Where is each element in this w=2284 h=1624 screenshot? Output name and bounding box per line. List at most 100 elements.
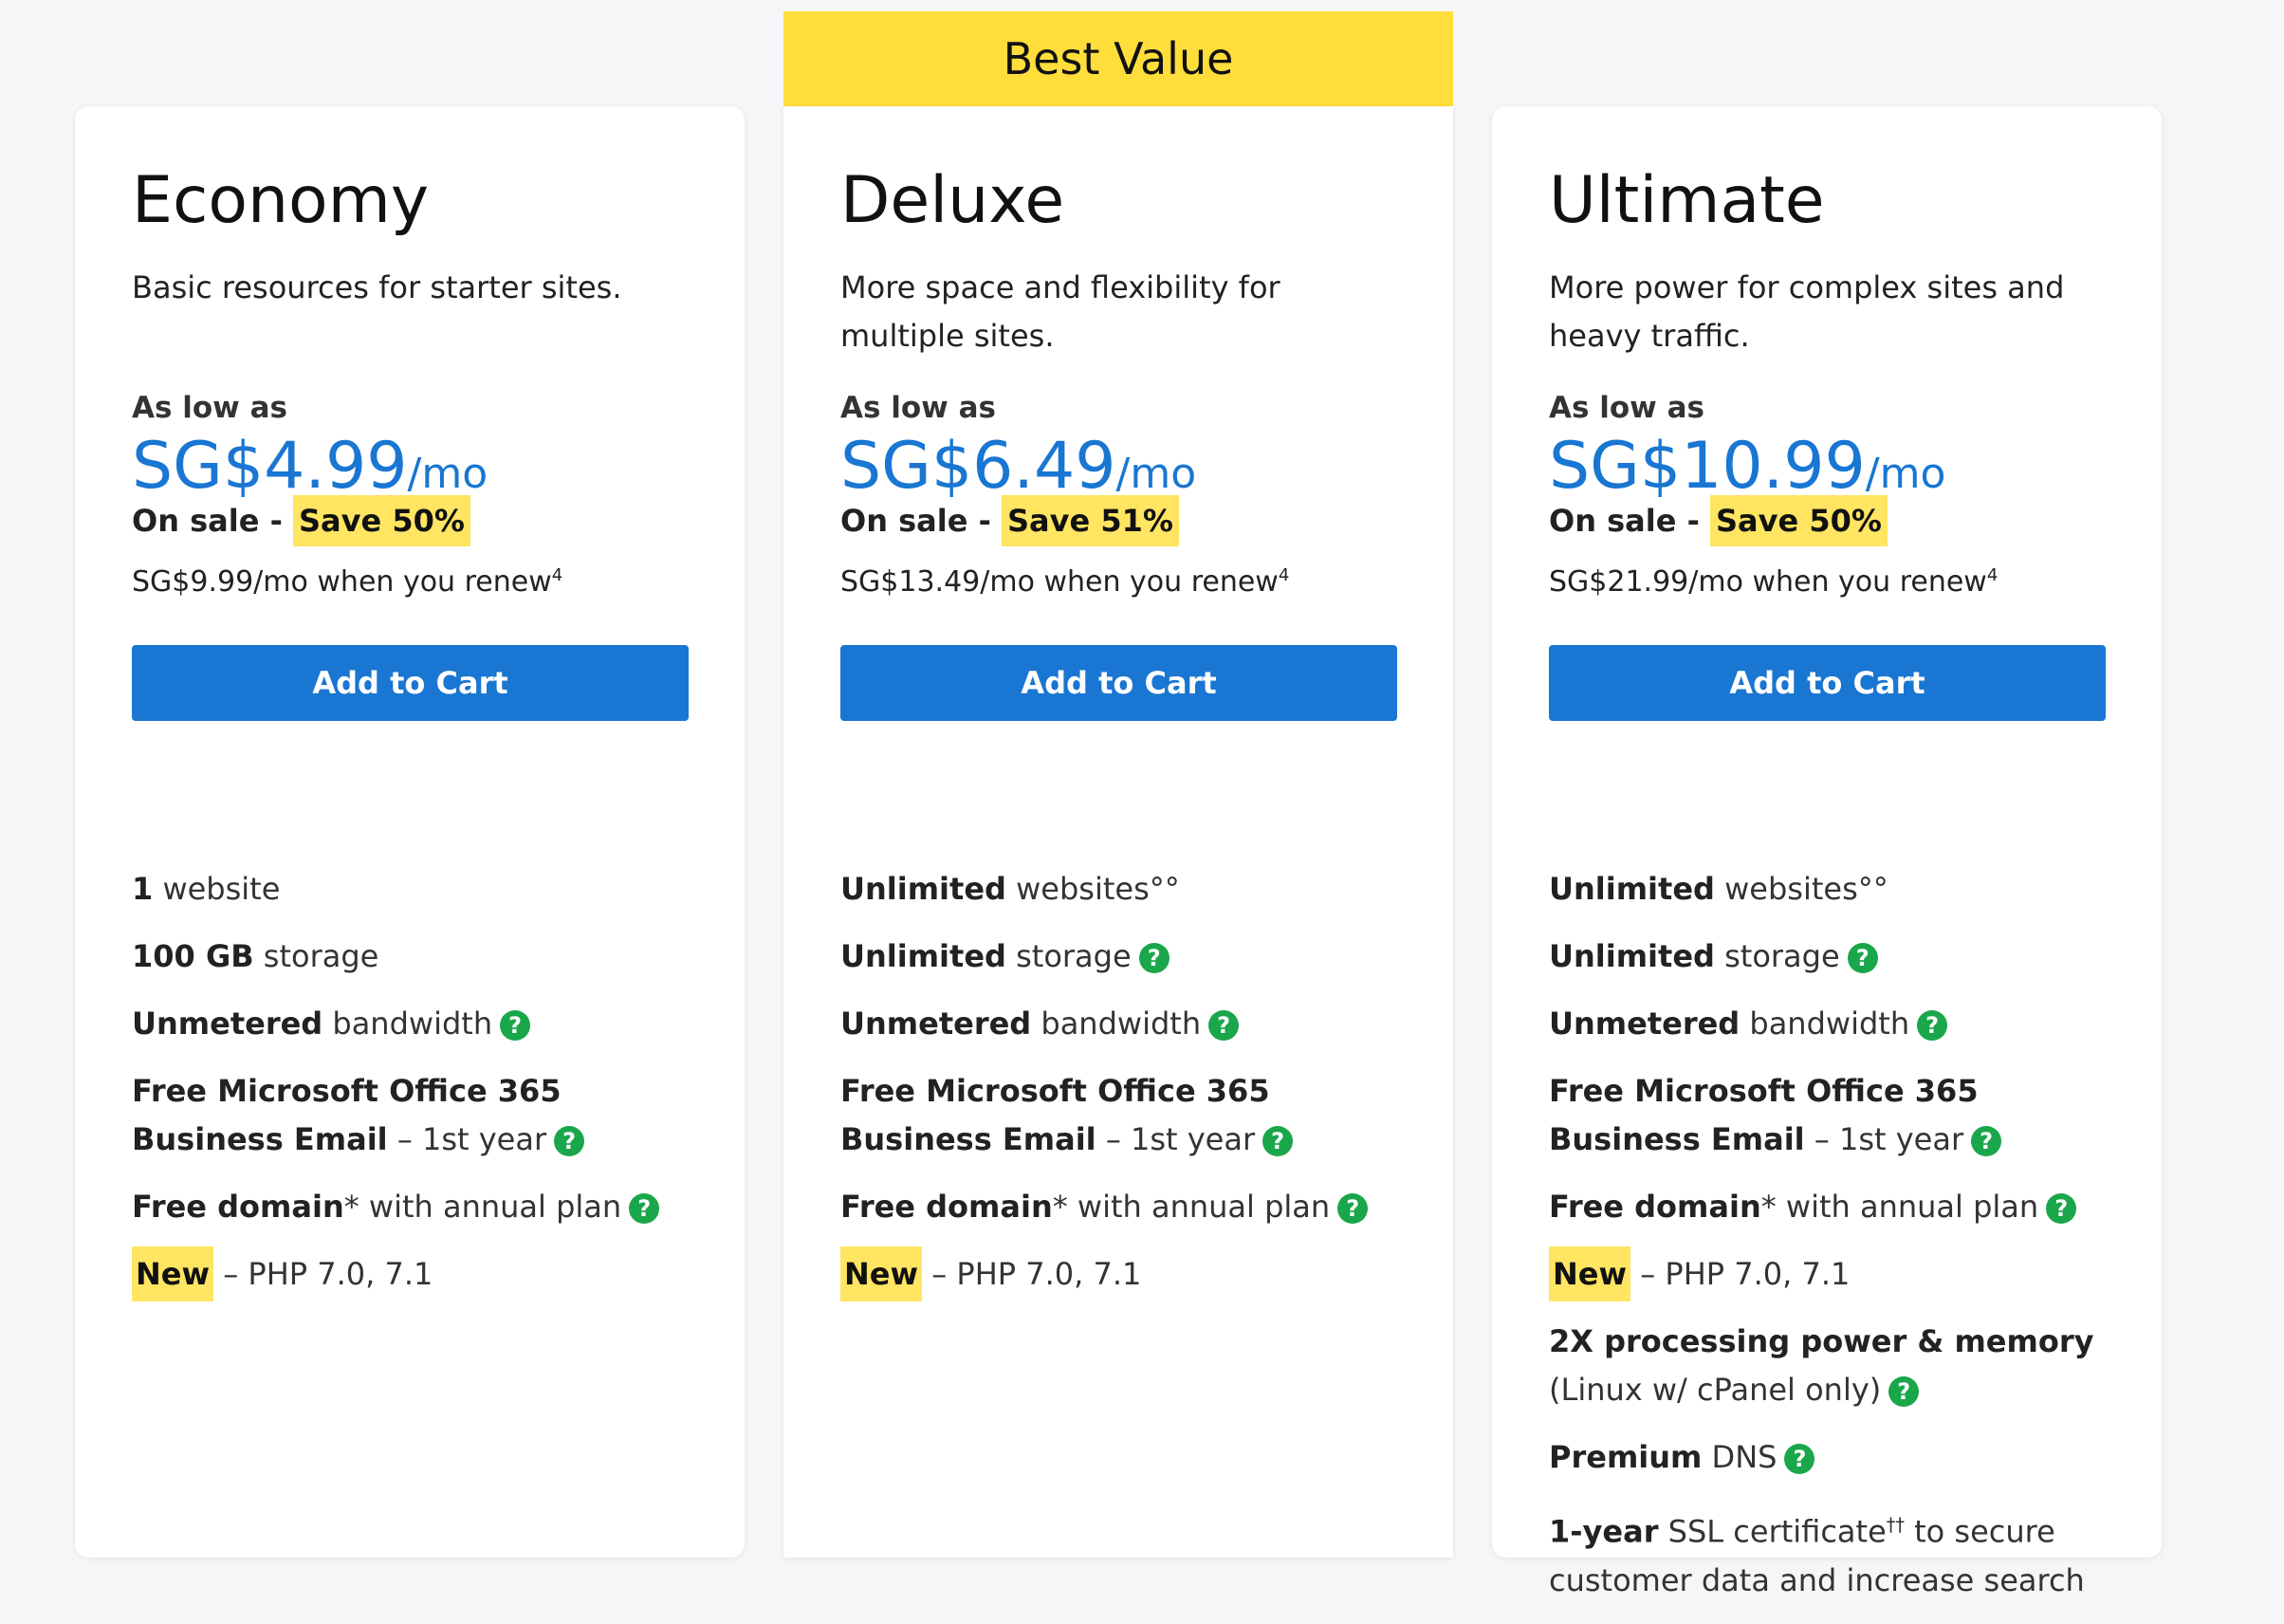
feature-highlight: 100 GB bbox=[132, 938, 254, 974]
feature-highlight: Unlimited bbox=[840, 938, 1006, 974]
price-amount: SG$6.49 bbox=[840, 429, 1116, 504]
help-icon[interactable]: ? bbox=[1138, 943, 1170, 973]
feature-item: Premium DNS? bbox=[1549, 1433, 2105, 1482]
plan-description: Basic resources for starter sites. bbox=[132, 269, 622, 305]
feature-item: Free Microsoft Office 365 Business Email… bbox=[840, 1067, 1396, 1164]
renew-text: SG$9.99/mo when you renew bbox=[132, 565, 552, 599]
feature-highlight: Unlimited bbox=[1549, 871, 1715, 907]
help-icon[interactable]: ? bbox=[1917, 1010, 1948, 1041]
feature-highlight: Free domain bbox=[132, 1189, 344, 1225]
feature-text: websites°° bbox=[1714, 871, 1888, 907]
feature-footnote: †† bbox=[1886, 1514, 1905, 1536]
plan-name: Ultimate bbox=[1549, 163, 1825, 238]
feature-text: SSL certificate bbox=[1658, 1513, 1887, 1550]
feature-item: New – PHP 7.0, 7.1 bbox=[840, 1246, 1396, 1301]
feature-list: Unlimited websites°° Unlimited storage? Un… bbox=[840, 865, 1396, 1318]
feature-text: bandwidth bbox=[322, 1006, 493, 1042]
help-icon[interactable]: ? bbox=[1337, 1193, 1369, 1224]
renew-footnote: 4 bbox=[1278, 565, 1290, 585]
sale-line: On sale - Save 50% bbox=[132, 495, 470, 546]
best-value-label: Best Value bbox=[1003, 33, 1234, 84]
feature-list: 1 website 100 GB storage Unmetered bandwid… bbox=[132, 865, 688, 1318]
feature-text: – PHP 7.0, 7.1 bbox=[213, 1256, 433, 1292]
feature-text: DNS bbox=[1702, 1439, 1777, 1475]
feature-highlight: Unlimited bbox=[1549, 938, 1715, 974]
plan-price: SG$10.99/mo bbox=[1549, 429, 1945, 504]
price-amount: SG$4.99 bbox=[132, 429, 408, 504]
help-icon[interactable]: ? bbox=[1784, 1444, 1815, 1474]
feature-highlight: Premium bbox=[1549, 1439, 1703, 1475]
feature-highlight: 1 bbox=[132, 871, 154, 907]
as-low-as-label: As low as bbox=[1549, 391, 1704, 425]
new-badge: New bbox=[1549, 1246, 1631, 1301]
help-icon[interactable]: ? bbox=[500, 1010, 531, 1041]
feature-item: 100 GB storage bbox=[132, 932, 688, 981]
feature-text: bandwidth bbox=[1740, 1006, 1910, 1042]
price-period: /mo bbox=[1115, 450, 1197, 498]
add-to-cart-button[interactable]: Add to Cart bbox=[840, 645, 1397, 721]
help-icon[interactable]: ? bbox=[1262, 1126, 1294, 1156]
renew-footnote: 4 bbox=[551, 565, 563, 585]
help-icon[interactable]: ? bbox=[629, 1193, 660, 1224]
renew-price: SG$13.49/mo when you renew4 bbox=[840, 565, 1289, 599]
plan-card-ultimate: Ultimate More power for complex sites an… bbox=[1492, 106, 2162, 1598]
plan-description: More power for complex sites and heavy t… bbox=[1549, 269, 2065, 354]
help-icon[interactable]: ? bbox=[1888, 1376, 1920, 1407]
feature-text: – PHP 7.0, 7.1 bbox=[922, 1256, 1142, 1292]
help-icon[interactable]: ? bbox=[1971, 1126, 2002, 1156]
feature-item: Unmetered bandwidth? bbox=[840, 1000, 1396, 1048]
feature-list: Unlimited websites°° Unlimited storage? Un… bbox=[1549, 865, 2105, 1624]
new-badge: New bbox=[132, 1246, 214, 1301]
feature-highlight: 1-year bbox=[1549, 1513, 1659, 1550]
feature-item: 2X processing power & memory (Linux w/ c… bbox=[1549, 1318, 2105, 1414]
renew-price: SG$21.99/mo when you renew4 bbox=[1549, 565, 1998, 599]
feature-text: (Linux w/ cPanel only) bbox=[1549, 1372, 1882, 1408]
feature-item: Free domain* with annual plan? bbox=[840, 1183, 1396, 1231]
on-sale-label: On sale - bbox=[840, 503, 991, 539]
add-to-cart-button[interactable]: Add to Cart bbox=[132, 645, 689, 721]
on-sale-label: On sale - bbox=[1549, 503, 1700, 539]
help-icon[interactable]: ? bbox=[1847, 943, 1878, 973]
feature-item: 1 website bbox=[132, 865, 688, 914]
plan-price: SG$6.49/mo bbox=[840, 429, 1196, 504]
feature-item: New – PHP 7.0, 7.1 bbox=[132, 1246, 688, 1301]
feature-text: bandwidth bbox=[1031, 1006, 1202, 1042]
add-to-cart-button[interactable]: Add to Cart bbox=[1549, 645, 2106, 721]
price-amount: SG$10.99 bbox=[1549, 429, 1866, 504]
plan-name: Economy bbox=[132, 163, 430, 238]
renew-text: SG$21.99/mo when you renew bbox=[1549, 565, 1987, 599]
sale-line: On sale - Save 51% bbox=[840, 495, 1179, 546]
feature-item: Free domain* with annual plan? bbox=[1549, 1183, 2105, 1231]
feature-item: Free domain* with annual plan? bbox=[132, 1183, 688, 1231]
plan-card-deluxe: Deluxe More space and flexibility for mu… bbox=[783, 106, 1453, 1558]
feature-item: Unmetered bandwidth? bbox=[132, 1000, 688, 1048]
as-low-as-label: As low as bbox=[840, 391, 996, 425]
feature-item: 1-year SSL certificate†† to secure custo… bbox=[1549, 1501, 2105, 1605]
feature-text: – PHP 7.0, 7.1 bbox=[1630, 1256, 1851, 1292]
help-icon[interactable]: ? bbox=[554, 1126, 585, 1156]
feature-item: Unlimited websites°° bbox=[840, 865, 1396, 914]
feature-item: Free Microsoft Office 365 Business Email… bbox=[132, 1067, 688, 1164]
help-icon[interactable]: ? bbox=[2046, 1193, 2077, 1224]
save-badge: Save 50% bbox=[1710, 495, 1888, 546]
feature-text: – 1st year bbox=[1096, 1121, 1256, 1157]
renew-footnote: 4 bbox=[1986, 565, 1998, 585]
price-period: /mo bbox=[407, 450, 488, 498]
feature-highlight: Unlimited bbox=[840, 871, 1006, 907]
feature-item: Free Microsoft Office 365 Business Email… bbox=[1549, 1067, 2105, 1164]
on-sale-label: On sale - bbox=[132, 503, 283, 539]
feature-text: storage bbox=[1005, 938, 1132, 974]
feature-text: website bbox=[153, 871, 281, 907]
feature-text: – 1st year bbox=[387, 1121, 547, 1157]
plan-card-economy: Economy Basic resources for starter site… bbox=[75, 106, 745, 1558]
feature-highlight: Free domain bbox=[1549, 1189, 1761, 1225]
save-badge: Save 51% bbox=[1002, 495, 1179, 546]
renew-text: SG$13.49/mo when you renew bbox=[840, 565, 1279, 599]
feature-item: Unlimited websites°° bbox=[1549, 865, 2105, 914]
renew-price: SG$9.99/mo when you renew4 bbox=[132, 565, 562, 599]
feature-item: Unlimited storage? bbox=[840, 932, 1396, 981]
feature-text: – 1st year bbox=[1804, 1121, 1964, 1157]
new-badge: New bbox=[840, 1246, 923, 1301]
help-icon[interactable]: ? bbox=[1208, 1010, 1240, 1041]
best-value-banner: Best Value bbox=[783, 11, 1453, 123]
